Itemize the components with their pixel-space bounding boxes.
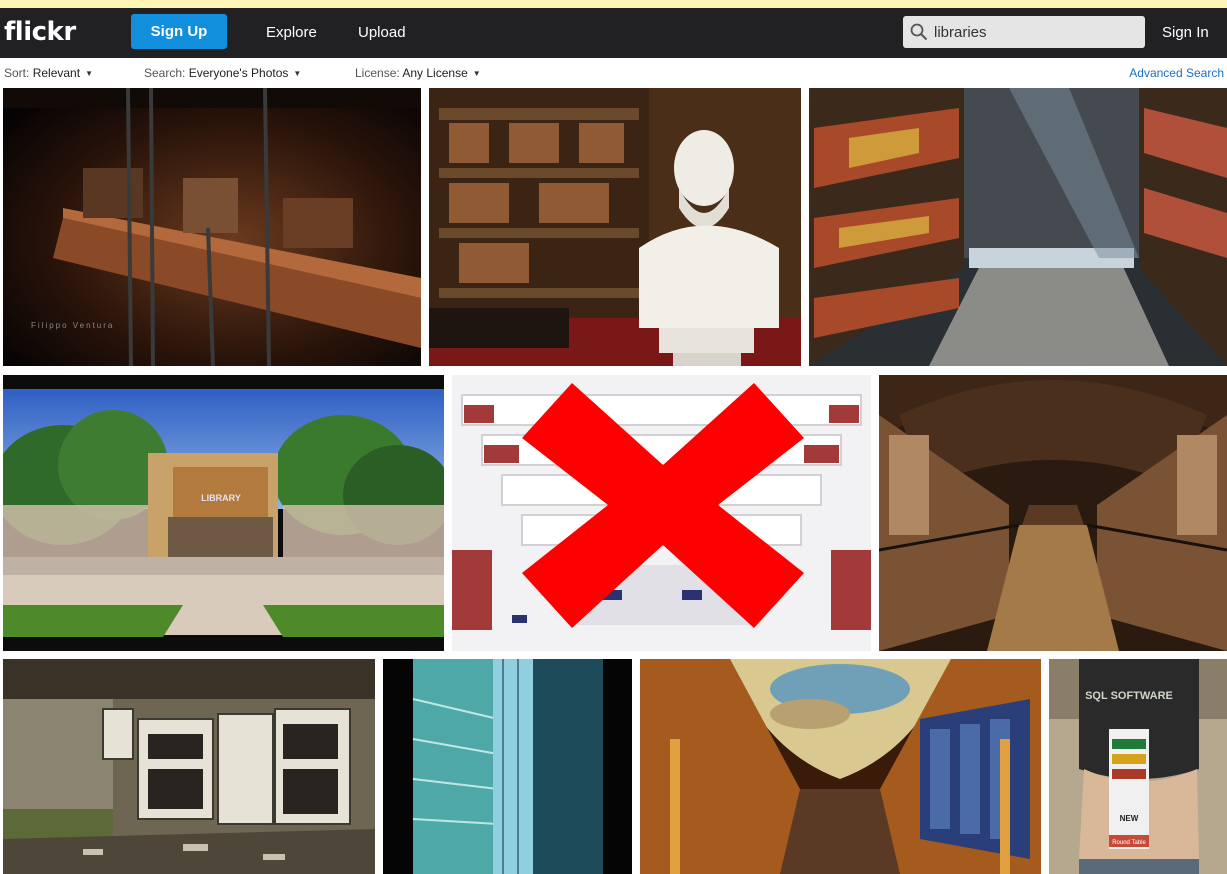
- search-scope-dropdown[interactable]: Search: Everyone's Photos ▼: [144, 66, 301, 80]
- shirt-text: SQL SOFTWARE: [1085, 690, 1173, 702]
- photo-person-shirt[interactable]: SQL SOFTWARE NEW Round Table: [1049, 659, 1227, 874]
- chevron-down-icon: ▼: [293, 69, 302, 78]
- photo-baroque-hall[interactable]: [640, 659, 1041, 874]
- building-sign: LIBRARY: [201, 493, 241, 503]
- flickr-logo[interactable]: flickr: [4, 17, 76, 47]
- advanced-search-link[interactable]: Advanced Search: [1129, 66, 1224, 80]
- search-box: [903, 16, 1145, 48]
- nav-upload-link[interactable]: Upload: [358, 24, 406, 41]
- sort-label: Sort:: [4, 66, 30, 80]
- sort-dropdown[interactable]: Sort: Relevant ▼: [4, 66, 93, 80]
- license-value: Any License: [402, 66, 468, 80]
- photo-long-room[interactable]: [879, 375, 1227, 651]
- sort-value: Relevant: [32, 66, 81, 80]
- lanyard-text: NEW: [1120, 814, 1139, 823]
- photo-library-bust[interactable]: [429, 88, 801, 366]
- search-icon[interactable]: [910, 23, 928, 41]
- notification-strip: [0, 0, 1227, 8]
- red-x-overlay: [522, 383, 804, 628]
- search-scope-label: Search:: [144, 66, 186, 80]
- photo-library-building[interactable]: LIBRARY: [3, 375, 444, 651]
- search-scope-value: Everyone's Photos: [188, 66, 289, 80]
- photo-abandoned-library[interactable]: [3, 659, 375, 874]
- chevron-down-icon: ▼: [472, 69, 481, 78]
- photo-chained-books[interactable]: Filippo Ventura: [3, 88, 421, 366]
- top-navbar: flickr Sign Up Explore Upload Sign In: [0, 8, 1227, 58]
- chevron-down-icon: ▼: [85, 69, 93, 78]
- photo-stacks-light[interactable]: [809, 88, 1227, 366]
- photo-watermark: Filippo Ventura: [31, 321, 114, 330]
- license-label: License:: [355, 66, 400, 80]
- signup-button[interactable]: Sign Up: [131, 14, 227, 49]
- search-input[interactable]: [934, 16, 1139, 48]
- photo-glass-atrium[interactable]: [383, 659, 632, 874]
- filter-bar: Sort: Relevant ▼ Search: Everyone's Photo…: [0, 58, 1227, 86]
- signin-link[interactable]: Sign In: [1162, 24, 1209, 41]
- lanyard-text-2: Round Table: [1112, 840, 1146, 846]
- license-dropdown[interactable]: License: Any License ▼: [355, 66, 481, 80]
- nav-explore-link[interactable]: Explore: [266, 24, 317, 41]
